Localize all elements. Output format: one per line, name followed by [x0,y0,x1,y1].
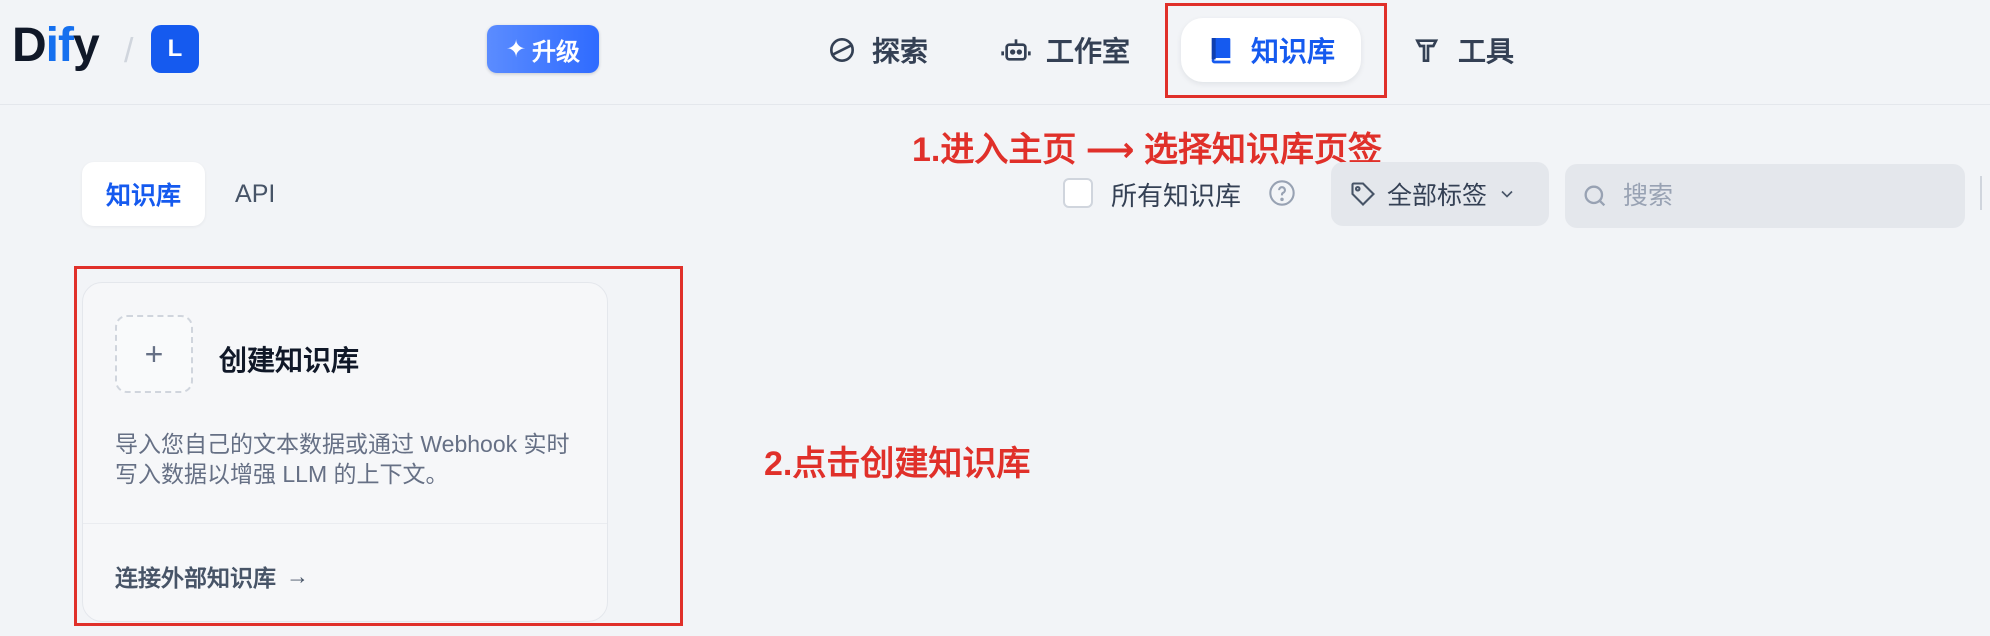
robot-icon [1001,39,1031,61]
card-divider [83,523,607,524]
create-card-description: 导入您自己的文本数据或通过 Webhook 实时写入数据以增强 LLM 的上下文… [115,431,570,487]
dify-logo[interactable]: Dify [12,18,100,73]
dataset-tabs: 知识库 API [82,162,299,226]
nav-studio[interactable]: 工作室 [976,18,1154,82]
top-navigation-bar: Dify / L ✦ 升级 探索 工作室 知识库 工具 [0,0,1990,105]
annotation-step1: 1.进入主页 ⟶ 选择知识库页签 [912,131,1382,169]
sparkle-icon: ✦ [505,35,527,63]
upgrade-button[interactable]: ✦ 升级 [487,25,599,73]
workspace-avatar[interactable]: L [151,25,199,73]
search-input[interactable] [1621,180,1945,212]
connect-external-knowledge-link[interactable]: 连接外部知识库 → [115,559,309,593]
create-card-title: 创建知识库 [219,345,360,376]
tag-filter-dropdown[interactable]: 全部标签 [1331,162,1549,226]
nav-explore[interactable]: 探索 [802,18,952,82]
search-field[interactable] [1565,164,1965,228]
explore-icon [830,38,854,62]
tab-api[interactable]: API [211,162,299,226]
tab-datasets[interactable]: 知识库 [82,162,206,226]
nav-tools[interactable]: 工具 [1388,18,1538,82]
help-icon[interactable] [1268,179,1296,207]
create-knowledge-card[interactable]: + 创建知识库 导入您自己的文本数据或通过 Webhook 实时写入数据以增强 … [82,282,608,622]
arrow-right-icon: → [286,562,309,589]
all-datasets-label: 所有知识库 [1111,181,1242,211]
tag-icon [1351,182,1375,206]
plus-icon: + [115,315,193,393]
highlight-knowledge-nav [1165,3,1387,98]
all-datasets-checkbox[interactable] [1063,178,1093,208]
annotation-step2: 2.点击创建知识库 [764,445,1031,483]
toolbar-divider [1980,176,1982,210]
search-icon [1584,185,1606,207]
hammer-icon [1415,39,1439,62]
chevron-down-icon [1501,190,1513,198]
breadcrumb-separator: / [124,32,134,70]
